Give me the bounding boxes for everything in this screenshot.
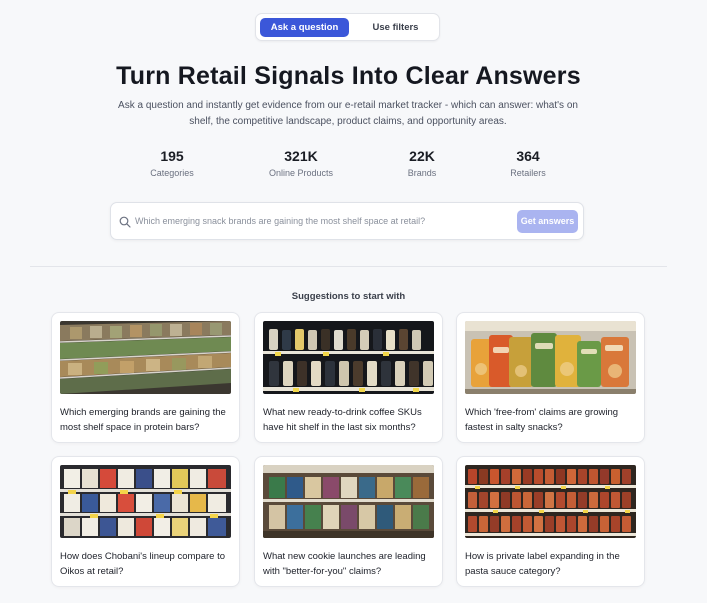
yogurt-cooler-image: [60, 465, 231, 538]
page-subtitle: Ask a question and instantly get evidenc…: [118, 100, 578, 127]
ask-question-tab[interactable]: Ask a question: [260, 18, 349, 37]
stat-value: 195: [160, 148, 184, 164]
suggestion-question: How does Chobani's lineup compare to Oik…: [60, 551, 225, 577]
page-title: Turn Retail Signals Into Clear Answers: [116, 62, 581, 90]
suggestion-question: Which 'free-from' claims are growing fas…: [465, 407, 619, 433]
stat-retailers: 364 Retailers: [473, 148, 583, 178]
salty-snack-bags-image: [465, 321, 636, 394]
suggestion-question: Which emerging brands are gaining the mo…: [60, 407, 226, 433]
search-input[interactable]: Which emerging snack brands are gaining …: [135, 216, 425, 226]
suggestion-question: What new cookie launches are leading wit…: [263, 551, 426, 577]
stat-value: 321K: [284, 148, 318, 164]
suggestion-question: How is private label expanding in the pa…: [465, 551, 620, 577]
rtd-coffee-cooler-image: [263, 321, 434, 394]
suggestion-card[interactable]: What new cookie launches are leading wit…: [254, 456, 443, 587]
section-divider: [30, 266, 667, 267]
get-answers-button[interactable]: Get answers: [517, 210, 578, 233]
suggestion-card[interactable]: How is private label expanding in the pa…: [456, 456, 645, 587]
suggestion-card[interactable]: What new ready-to-drink coffee SKUs have…: [254, 312, 443, 443]
suggestion-card[interactable]: How does Chobani's lineup compare to Oik…: [51, 456, 240, 587]
stat-label: Categories: [150, 168, 194, 178]
search-bar[interactable]: Which emerging snack brands are gaining …: [110, 202, 584, 240]
suggestion-question: What new ready-to-drink coffee SKUs have…: [263, 407, 422, 433]
stat-label: Online Products: [268, 168, 334, 178]
stat-value: 364: [516, 148, 540, 164]
stat-categories: 195 Categories: [117, 148, 227, 178]
mode-toggle: Ask a question Use filters: [255, 13, 440, 41]
stat-label: Brands: [407, 168, 437, 178]
suggestion-card[interactable]: Which 'free-from' claims are growing fas…: [456, 312, 645, 443]
cookie-shelf-image: [263, 465, 434, 538]
pasta-sauce-shelf-image: [465, 465, 636, 538]
suggestions-heading: Suggestions to start with: [291, 291, 406, 302]
suggestion-card[interactable]: Which emerging brands are gaining the mo…: [51, 312, 240, 443]
protein-bar-shelf-image: [60, 321, 231, 394]
stat-value: 22K: [409, 148, 435, 164]
use-filters-tab[interactable]: Use filters: [353, 18, 438, 37]
stat-label: Retailers: [510, 168, 546, 178]
stat-online-products: 321K Online Products: [246, 148, 356, 178]
search-icon: [119, 216, 131, 228]
stat-brands: 22K Brands: [367, 148, 477, 178]
